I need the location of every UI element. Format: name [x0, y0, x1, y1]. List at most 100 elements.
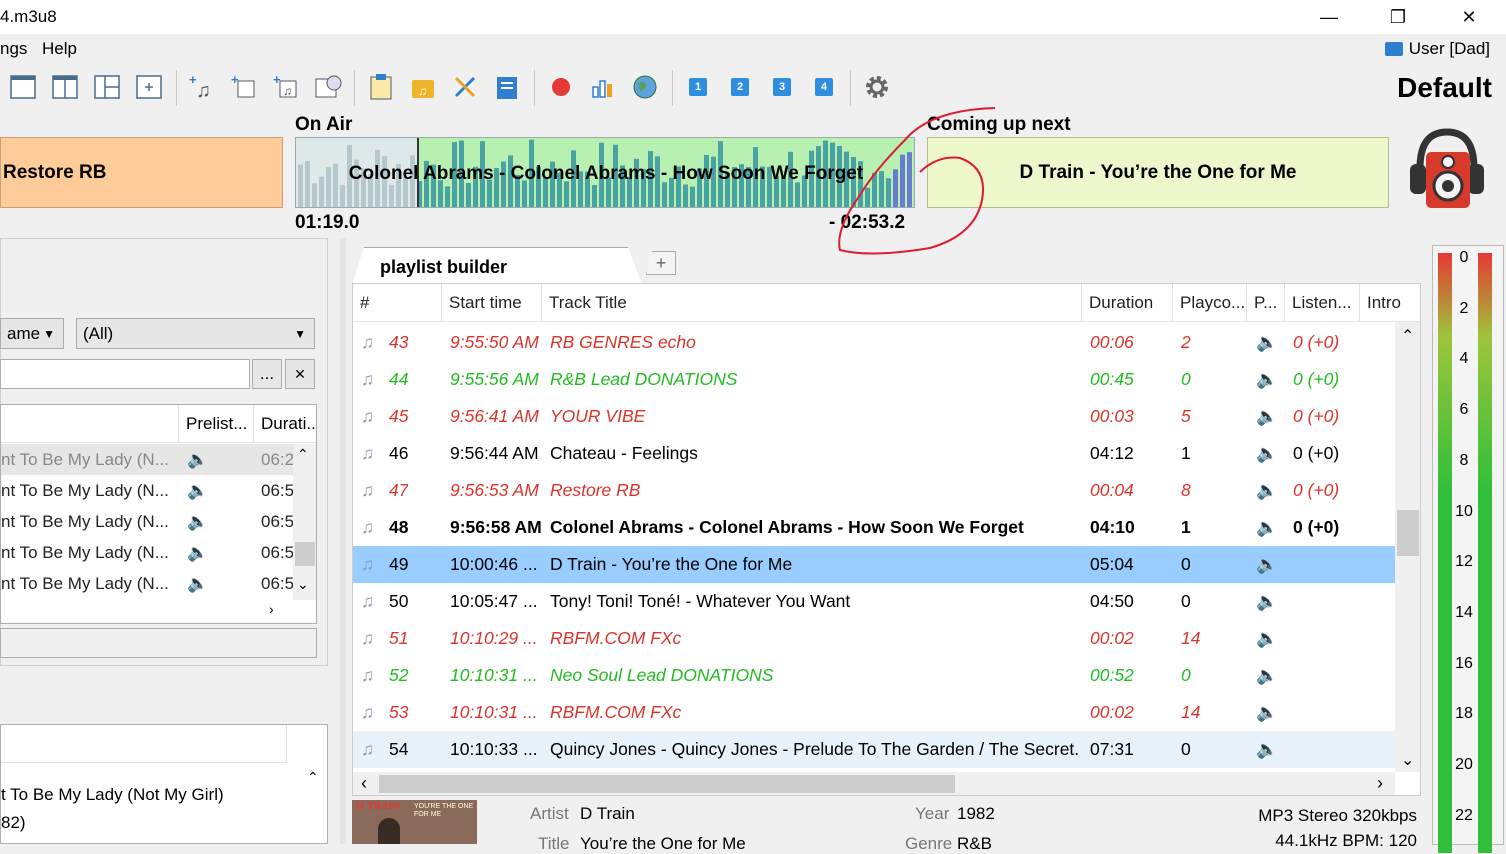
minimize-button[interactable]: — [1306, 0, 1352, 34]
layout-two-column-icon[interactable] [50, 72, 80, 102]
add-playlist-icon[interactable]: ♫ + [271, 72, 301, 102]
scroll-right-icon[interactable]: › [269, 601, 274, 617]
globe-icon[interactable] [630, 72, 660, 102]
library-pane: ame ▼ (All) ▼ ... ✕ Prelist... Durati...… [0, 238, 340, 844]
scroll-thumb[interactable] [295, 542, 315, 566]
row-listeners: 0 (+0) [1293, 369, 1340, 389]
close-button[interactable]: ✕ [1446, 0, 1492, 34]
scroll-left-icon[interactable]: ‹ [361, 773, 367, 794]
column-header-intro[interactable]: Intro [1360, 284, 1420, 322]
previous-track-title: Restore RB [3, 161, 107, 183]
playlist-row[interactable]: ♫ 45 9:56:41 AM YOUR VIBE 00:03 5 🔈 0 (+0) [353, 398, 1395, 435]
library-row[interactable]: nt To Be My Lady (N... 🔈 06:5 [1, 537, 293, 568]
speaker-icon[interactable]: 🔈 [187, 512, 208, 532]
layout-add-icon[interactable] [134, 72, 164, 102]
playlist-row[interactable]: ♫ 46 9:56:44 AM Chateau - Feelings 04:12 1 🔈 0 … [353, 435, 1395, 472]
column-header-listeners[interactable]: Listen... [1285, 284, 1360, 322]
playlist-row[interactable]: ♫ 52 10:10:31 ... Neo Soul Lead DONATIONS 00… [353, 657, 1395, 694]
speaker-icon[interactable]: 🔈 [187, 481, 208, 501]
playlist-row[interactable]: ♫ 49 10:00:46 ... D Train - You’re the One … [353, 546, 1395, 583]
playlist-row[interactable]: ♫ 44 9:55:56 AM R&B Lead DONATIONS 00:45 0 🔈 0 … [353, 361, 1395, 398]
preview-speaker-icon[interactable]: 🔈 [1256, 435, 1278, 472]
layout-3-button[interactable]: 3 [767, 72, 797, 102]
playlist-row[interactable]: ♫ 54 10:10:33 ... Quincy Jones - Quincy Jon… [353, 731, 1395, 768]
user-indicator[interactable]: User [Dad] [1384, 39, 1490, 59]
previous-track-panel[interactable]: Restore RB [0, 137, 283, 208]
add-tab-button[interactable]: + [646, 251, 676, 275]
row-track-title: YOUR VIBE [550, 406, 646, 426]
scroll-up-icon[interactable]: ⌃ [297, 446, 309, 463]
library-vscroll[interactable]: ⌃ ⌄ [293, 444, 316, 600]
scroll-thumb[interactable] [379, 775, 955, 793]
playlist-row[interactable]: ♫ 43 9:55:50 AM RB GENRES echo 00:06 2 🔈 0 (+0) [353, 324, 1395, 361]
column-header-duration[interactable]: Durati... [253, 405, 316, 443]
statistics-icon[interactable] [588, 72, 618, 102]
playlist-row[interactable]: ♫ 50 10:05:47 ... Tony! Toni! Toné! - Whate… [353, 583, 1395, 620]
pane-splitter[interactable] [340, 238, 346, 844]
add-list-icon[interactable]: + [229, 72, 259, 102]
library-status-box [0, 628, 317, 658]
layout-split-icon[interactable] [92, 72, 122, 102]
preview-speaker-icon[interactable]: 🔈 [1256, 472, 1278, 509]
preview-speaker-icon[interactable]: 🔈 [1256, 583, 1278, 620]
add-track-icon[interactable]: ♫ + [187, 72, 217, 102]
preview-speaker-icon[interactable]: 🔈 [1256, 324, 1278, 361]
column-header-duration[interactable]: Duration [1082, 284, 1173, 322]
tab-playlist-builder[interactable]: playlist builder [352, 247, 642, 285]
gear-icon[interactable] [862, 72, 892, 102]
speaker-icon[interactable]: 🔈 [187, 450, 208, 470]
preview-speaker-icon[interactable]: 🔈 [1256, 657, 1278, 694]
column-header-track-title[interactable]: Track Title [542, 284, 1082, 322]
clipboard-icon[interactable] [366, 72, 396, 102]
preview-speaker-icon[interactable]: 🔈 [1256, 694, 1278, 731]
grid-vscroll[interactable]: ⌃ ⌄ [1395, 322, 1420, 772]
preview-speaker-icon[interactable]: 🔈 [1256, 731, 1278, 768]
column-header-playcount[interactable]: Playco... [1173, 284, 1247, 322]
menu-item-settings[interactable]: ngs [0, 39, 27, 59]
scroll-right-icon[interactable]: › [1377, 773, 1383, 794]
preview-speaker-icon[interactable]: 🔈 [1256, 546, 1278, 583]
library-row[interactable]: nt To Be My Lady (N... 🔈 06:2 [1, 444, 293, 475]
scroll-up-icon[interactable]: ⌃ [307, 769, 319, 786]
row-number: 44 [389, 369, 409, 389]
search-input[interactable] [0, 359, 250, 389]
playlist-row[interactable]: ♫ 51 10:10:29 ... RBFM.COM FXc 00:02 14 🔈 [353, 620, 1395, 657]
layout-2-button[interactable]: 2 [725, 72, 755, 102]
playlist-row[interactable]: ♫ 47 9:56:53 AM Restore RB 00:04 8 🔈 0 (+0) [353, 472, 1395, 509]
library-row[interactable]: nt To Be My Lady (N... 🔈 06:5 [1, 506, 293, 537]
column-header-start-time[interactable]: Start time [442, 284, 542, 322]
menu-item-help[interactable]: Help [42, 39, 77, 59]
preview-speaker-icon[interactable]: 🔈 [1256, 509, 1278, 546]
playlist-row[interactable]: ♫ 48 9:56:58 AM Colonel Abrams - Colonel Ab… [353, 509, 1395, 546]
scroll-up-icon[interactable]: ⌃ [1401, 326, 1414, 346]
playlist-row[interactable]: ♫ 53 10:10:31 ... RBFM.COM FXc 00:02 14 🔈 [353, 694, 1395, 731]
library-row[interactable]: nt To Be My Lady (N... 🔈 06:5 [1, 568, 293, 599]
tools-icon[interactable] [450, 72, 480, 102]
layout-single-icon[interactable] [8, 72, 38, 102]
filter-value-combo[interactable]: (All) ▼ [76, 318, 315, 349]
preview-speaker-icon[interactable]: 🔈 [1256, 361, 1278, 398]
record-icon[interactable] [546, 72, 576, 102]
row-track-title: RBFM.COM FXc [550, 628, 682, 648]
scroll-thumb[interactable] [1397, 510, 1419, 556]
filter-field-combo[interactable]: ame ▼ [0, 318, 64, 349]
layout-4-button[interactable]: 4 [809, 72, 839, 102]
layout-1-button[interactable]: 1 [683, 72, 713, 102]
edit-clipboard-icon[interactable] [492, 72, 522, 102]
add-url-icon[interactable] [313, 72, 343, 102]
clear-button[interactable]: ✕ [285, 359, 315, 389]
preview-speaker-icon[interactable]: 🔈 [1256, 620, 1278, 657]
grid-hscroll[interactable]: ‹ › [353, 772, 1395, 795]
column-header-preview[interactable]: P... [1247, 284, 1285, 322]
column-header-number[interactable]: # [353, 284, 442, 322]
folder-music-icon[interactable]: ♫ [408, 72, 438, 102]
library-row[interactable]: nt To Be My Lady (N... 🔈 06:5 [1, 475, 293, 506]
restore-button[interactable]: ❐ [1375, 0, 1421, 34]
speaker-icon[interactable]: 🔈 [187, 543, 208, 563]
scroll-down-icon[interactable]: ⌄ [297, 576, 309, 593]
browse-button[interactable]: ... [252, 359, 282, 389]
preview-speaker-icon[interactable]: 🔈 [1256, 398, 1278, 435]
column-header-prelist[interactable]: Prelist... [178, 405, 252, 443]
speaker-icon[interactable]: 🔈 [187, 574, 208, 594]
scroll-down-icon[interactable]: ⌄ [1401, 750, 1414, 770]
